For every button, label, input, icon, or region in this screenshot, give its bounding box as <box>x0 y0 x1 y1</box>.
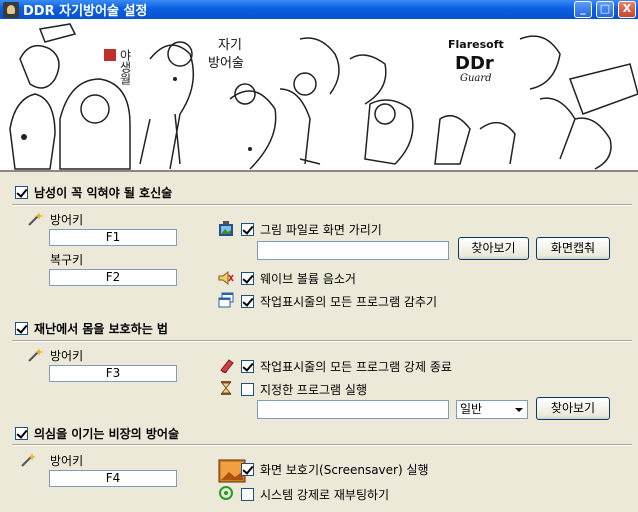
browse-picture-button[interactable]: 찾아보기 <box>458 237 529 260</box>
banner-vertical-text: 야생월 <box>118 49 132 85</box>
section3-header[interactable]: 의심을 이기는 비장의 방어술 <box>15 425 179 442</box>
section2-title: 재난에서 몸을 보호하는 법 <box>34 322 168 336</box>
option-reboot-checkbox[interactable] <box>241 488 254 501</box>
section1-header[interactable]: 남성이 꼭 익혀야 될 호신술 <box>15 184 172 201</box>
section2-header[interactable]: 재난에서 몸을 보호하는 법 <box>15 320 168 337</box>
picture-icon <box>218 221 234 237</box>
option-screensaver-row[interactable]: 화면 보호기(Screensaver) 실행 <box>241 461 429 478</box>
option-picture-row[interactable]: 그림 파일로 화면 가리기 <box>241 221 382 238</box>
option-run-label: 지정한 프로그램 실행 <box>260 383 367 397</box>
banner-center-text-1: 자기 <box>218 38 242 53</box>
brand-line-1: Flaresoft <box>448 38 504 51</box>
s1-defense-key-label: 방어키 <box>50 213 84 227</box>
section2-separator <box>12 340 632 342</box>
section1-checkbox[interactable] <box>15 186 28 199</box>
option-screensaver-label: 화면 보호기(Screensaver) 실행 <box>260 463 429 477</box>
s1-restore-key-field[interactable]: F2 <box>49 269 177 286</box>
option-mute-checkbox[interactable] <box>241 272 254 285</box>
run-mode-select[interactable]: 일반 <box>456 400 528 419</box>
option-kill-checkbox[interactable] <box>241 360 254 373</box>
option-run-row[interactable]: 지정한 프로그램 실행 <box>241 381 367 398</box>
option-mute-label: 웨이브 볼륨 음소거 <box>260 272 356 286</box>
banner-illustration: 야생월 자기 방어술 Flaresoft DDr Guard <box>0 19 638 172</box>
maximize-button[interactable]: □ <box>596 1 614 18</box>
option-hide-checkbox[interactable] <box>241 295 254 308</box>
option-reboot-label: 시스템 강제로 재부팅하기 <box>260 488 390 502</box>
section1-separator <box>12 204 632 206</box>
key-wand-icon <box>20 452 36 468</box>
s3-defense-key-label: 방어키 <box>50 454 84 468</box>
s2-defense-key-label: 방어키 <box>50 349 84 363</box>
option-hide-row[interactable]: 작업표시줄의 모든 프로그램 감추기 <box>241 293 437 310</box>
brand-line-3: Guard <box>460 73 492 84</box>
title-bar[interactable]: DDR 자기방어술 설정 _ □ X <box>0 0 638 19</box>
option-picture-checkbox[interactable] <box>241 223 254 236</box>
s1-restore-key-label: 복구키 <box>50 253 84 267</box>
option-reboot-row[interactable]: 시스템 강제로 재부팅하기 <box>241 486 389 503</box>
browse-program-button[interactable]: 찾아보기 <box>536 397 610 420</box>
section2-checkbox[interactable] <box>15 322 28 335</box>
close-button[interactable]: X <box>618 1 636 18</box>
banner-center-text-2: 방어술 <box>208 56 244 71</box>
s3-defense-key-field[interactable]: F4 <box>49 470 177 487</box>
window-title: DDR 자기방어술 설정 <box>23 4 148 19</box>
red-seal-icon <box>104 49 116 61</box>
screen-capture-button[interactable]: 화면캡춰 <box>536 237 610 260</box>
option-kill-row[interactable]: 작업표시줄의 모든 프로그램 강제 종료 <box>241 358 452 375</box>
s1-defense-key-field[interactable]: F1 <box>49 229 177 246</box>
option-kill-label: 작업표시줄의 모든 프로그램 강제 종료 <box>260 360 452 374</box>
run-mode-value: 일반 <box>460 402 483 416</box>
reboot-icon <box>218 485 234 501</box>
app-icon <box>3 1 19 18</box>
option-hide-label: 작업표시줄의 모든 프로그램 감추기 <box>260 295 438 309</box>
minimize-button[interactable]: _ <box>574 1 592 18</box>
section3-checkbox[interactable] <box>15 427 28 440</box>
section3-separator <box>12 444 632 446</box>
section1-title: 남성이 꼭 익혀야 될 호신술 <box>34 186 173 200</box>
option-run-checkbox[interactable] <box>241 383 254 396</box>
key-wand-icon <box>27 347 43 363</box>
hourglass-icon <box>218 380 234 396</box>
speaker-mute-icon <box>218 270 234 286</box>
s2-defense-key-field[interactable]: F3 <box>49 365 177 382</box>
banner-divider <box>0 170 638 172</box>
run-path-input[interactable] <box>257 400 449 419</box>
option-mute-row[interactable]: 웨이브 볼륨 음소거 <box>241 270 356 287</box>
key-wand-icon <box>27 211 43 227</box>
banner-art: 야생월 자기 방어술 Flaresoft DDr Guard <box>9 23 638 170</box>
windows-icon <box>218 292 234 308</box>
option-picture-label: 그림 파일로 화면 가리기 <box>260 223 382 237</box>
eraser-icon <box>218 357 234 374</box>
option-screensaver-checkbox[interactable] <box>241 463 254 476</box>
brand-line-2: DDr <box>455 53 494 74</box>
section3-title: 의심을 이기는 비장의 방어술 <box>34 427 180 441</box>
picture-path-input[interactable] <box>257 241 449 260</box>
chevron-down-icon[interactable] <box>511 402 526 417</box>
